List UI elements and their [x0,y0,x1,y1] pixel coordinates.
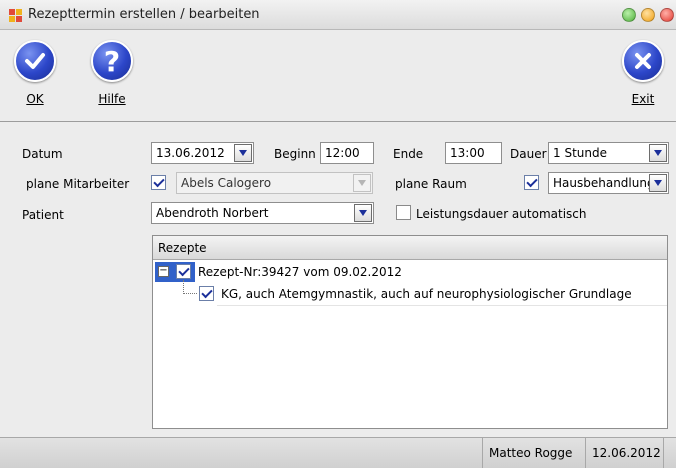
chevron-down-icon [239,150,247,156]
toolbar: OK ? Hilfe Exit [0,30,676,122]
datum-field[interactable]: 13.06.2012 [151,142,254,164]
checkmark-icon [14,40,56,82]
ende-label: Ende [393,147,424,161]
status-date: 12.06.2012 [585,438,667,468]
status-bar: Matteo Rogge 12.06.2012 [0,437,676,468]
minimize-icon[interactable] [641,8,655,22]
exit-button[interactable]: Exit [618,40,668,106]
beginn-label: Beginn [274,147,316,161]
beginn-value: 12:00 [325,146,360,160]
mitarbeiter-label: plane Mitarbeiter [26,177,130,191]
mitarbeiter-select[interactable]: Abels Calogero [176,172,373,194]
rezept-label: Rezept-Nr:39427 vom 09.02.2012 [198,265,402,279]
chevron-down-icon [654,150,662,156]
datum-dropdown-button[interactable] [234,144,252,162]
leistung-label: KG, auch Atemgymnastik, auch auf neuroph… [221,287,632,301]
tree-row-rezept[interactable]: − Rezept-Nr:39427 vom 09.02.2012 [153,262,667,282]
chevron-down-icon [358,180,366,186]
exit-button-label: Exit [631,92,655,106]
ende-field[interactable]: 13:00 [445,142,502,164]
help-button[interactable]: ? Hilfe [87,40,137,106]
dauer-label: Dauer [510,147,547,161]
dauer-select[interactable]: 1 Stunde [548,142,669,164]
row-separator [217,305,667,306]
patient-label: Patient [22,208,64,222]
dauer-dropdown-button[interactable] [649,144,667,162]
help-button-label: Hilfe [98,92,126,106]
question-icon: ? [91,40,133,82]
mitarbeiter-value: Abels Calogero [181,176,272,190]
chevron-down-icon [359,210,367,216]
patient-value: Abendroth Norbert [156,206,269,220]
raum-select[interactable]: Hausbehandlung [548,172,669,194]
tree-row-leistung[interactable]: KG, auch Atemgymnastik, auch auf neuroph… [153,280,667,306]
beginn-field[interactable]: 12:00 [320,142,374,164]
leistungsdauer-label: Leistungsdauer automatisch [416,207,587,221]
status-empty-cell [663,438,676,468]
chevron-down-icon [654,180,662,186]
ende-value: 13:00 [450,146,485,160]
mitarbeiter-checkbox[interactable] [151,175,166,190]
x-icon [622,40,664,82]
collapse-icon[interactable]: − [158,266,169,277]
ok-button[interactable]: OK [10,40,60,106]
patient-select[interactable]: Abendroth Norbert [151,202,374,224]
datum-label: Datum [22,147,63,161]
raum-value: Hausbehandlung [553,176,655,190]
title-bar: Rezepttermin erstellen / bearbeiten [0,0,676,30]
raum-checkbox[interactable] [524,175,539,190]
rezepte-tree[interactable]: Rezepte − Rezept-Nr:39427 vom 09.02.2012… [152,235,668,429]
rezept-checkbox[interactable] [176,264,191,279]
status-user: Matteo Rogge [482,438,578,468]
tree-connector-icon [183,280,197,294]
close-icon[interactable] [660,8,674,22]
mitarbeiter-dropdown-button[interactable] [353,174,371,192]
raum-dropdown-button[interactable] [649,174,667,192]
dauer-value: 1 Stunde [553,146,607,160]
app-icon [9,9,23,23]
leistungsdauer-checkbox[interactable] [396,205,411,220]
window-title: Rezepttermin erstellen / bearbeiten [28,7,260,22]
patient-dropdown-button[interactable] [354,204,372,222]
maximize-icon[interactable] [622,8,636,22]
datum-value: 13.06.2012 [156,146,225,160]
leistung-checkbox[interactable] [199,286,214,301]
raum-label: plane Raum [395,177,467,191]
ok-button-label: OK [26,92,44,106]
rezepte-header: Rezepte [153,236,667,260]
